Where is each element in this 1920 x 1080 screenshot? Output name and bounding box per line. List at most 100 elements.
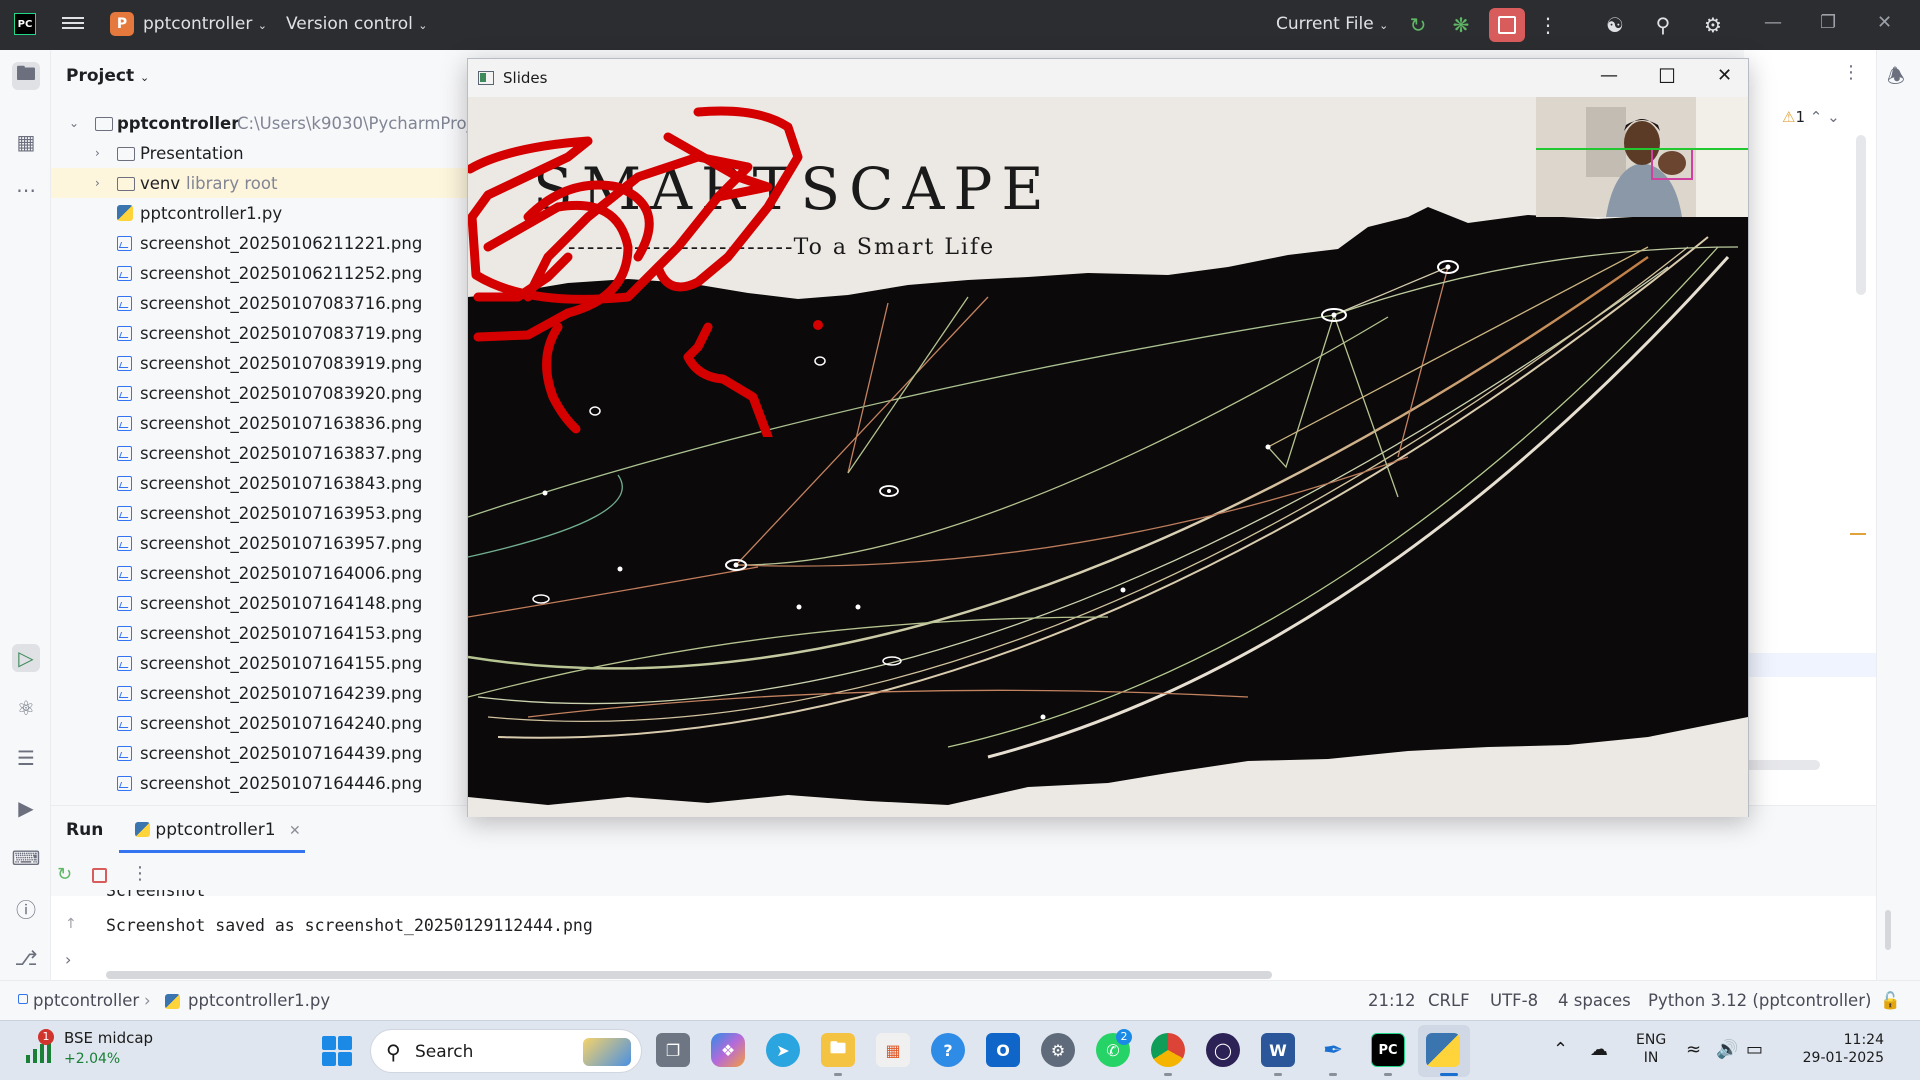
services-icon[interactable]: ▶ xyxy=(12,794,40,822)
python-console-icon[interactable]: ⚛ xyxy=(12,694,40,722)
warning-marker[interactable] xyxy=(1850,533,1866,535)
tree-file-png[interactable]: screenshot_20250107164155.png xyxy=(51,648,471,678)
onedrive-cloud-icon[interactable]: ☁ xyxy=(1590,1039,1608,1060)
tree-file-png[interactable]: screenshot_20250106211221.png xyxy=(51,228,471,258)
tree-folder-venv[interactable]: › venv library root xyxy=(51,168,471,198)
battery-icon[interactable]: ▭ xyxy=(1746,1039,1763,1060)
project-panel-title[interactable]: Project ⌄ xyxy=(66,66,149,86)
tree-file-png[interactable]: screenshot_20250107164148.png xyxy=(51,588,471,618)
inspection-widget[interactable]: ⚠1 ⌃ ⌄ xyxy=(1782,108,1840,126)
debug-icon[interactable]: ❋ xyxy=(1446,10,1476,40)
project-switcher[interactable]: pptcontroller ⌄ xyxy=(143,14,267,34)
structure-icon[interactable]: ▦ xyxy=(12,128,40,156)
run-tool-icon[interactable]: ▷ xyxy=(12,644,40,672)
tree-file-png[interactable]: screenshot_20250107164446.png xyxy=(51,768,471,798)
stop-icon[interactable] xyxy=(92,868,107,883)
tree-file-png[interactable]: screenshot_20250107083719.png xyxy=(51,318,471,348)
telegram-icon[interactable]: ➤ xyxy=(766,1033,800,1067)
chevron-down-icon[interactable]: ⌄ xyxy=(1827,108,1840,126)
pycharm-logo-icon[interactable]: PC xyxy=(14,13,36,35)
lock-icon[interactable]: 🔓 xyxy=(1880,991,1901,1011)
tree-file-png[interactable]: screenshot_20250107163953.png xyxy=(51,498,471,528)
tree-file-png[interactable]: screenshot_20250107083920.png xyxy=(51,378,471,408)
editor-scrollbar[interactable] xyxy=(1856,135,1866,295)
wifi-icon[interactable]: ≈ xyxy=(1686,1039,1701,1060)
tree-folder-presentation[interactable]: › Presentation xyxy=(51,138,471,168)
editor-options-icon[interactable]: ⋮ xyxy=(1842,62,1860,83)
tree-root-pptcontroller[interactable]: ⌄ pptcontroller C:\Users\k9030\PycharmPr… xyxy=(51,108,471,138)
taskbar-search-box[interactable]: ⚲ Search xyxy=(370,1029,642,1073)
settings-icon[interactable]: ⚙ xyxy=(1041,1033,1075,1067)
microsoft-store-icon[interactable]: ▦ xyxy=(876,1033,910,1067)
run-configuration-selector[interactable]: Current File ⌄ xyxy=(1276,14,1388,34)
python-app-icon[interactable] xyxy=(1426,1033,1460,1067)
file-encoding[interactable]: UTF-8 xyxy=(1490,991,1538,1010)
tree-file-png[interactable]: screenshot_20250107164240.png xyxy=(51,708,471,738)
tree-file-png[interactable]: screenshot_20250107083716.png xyxy=(51,288,471,318)
word-icon[interactable]: W xyxy=(1261,1033,1295,1067)
stop-button[interactable] xyxy=(1489,8,1525,42)
minimize-icon[interactable]: — xyxy=(1600,65,1618,86)
slides-window[interactable]: Slides — ☐ ✕ SMARTSCAPE ----------------… xyxy=(467,58,1749,817)
git-icon[interactable]: ⎇ xyxy=(12,944,40,972)
maximize-icon[interactable]: ☐ xyxy=(1658,64,1676,88)
caret-position[interactable]: 21:12 xyxy=(1368,991,1416,1010)
python-packages-icon[interactable]: ☰ xyxy=(12,744,40,772)
copilot-icon[interactable]: ❖ xyxy=(711,1033,745,1067)
stock-widget-change[interactable]: +2.04% xyxy=(64,1051,120,1067)
editor-h-scrollbar[interactable] xyxy=(1744,760,1820,770)
problems-icon[interactable]: ⓘ xyxy=(12,894,40,922)
tree-file-png[interactable]: screenshot_20250107163843.png xyxy=(51,468,471,498)
input-language[interactable]: ENG IN xyxy=(1636,1031,1666,1067)
code-with-me-icon[interactable]: ☯ xyxy=(1600,10,1630,40)
console-h-scrollbar[interactable] xyxy=(106,971,1272,979)
line-separator[interactable]: CRLF xyxy=(1428,991,1470,1010)
minimize-icon[interactable]: — xyxy=(1764,12,1782,33)
pen-app-icon[interactable]: ✒ xyxy=(1316,1033,1350,1067)
console-prompt-chevron-icon[interactable]: › xyxy=(65,950,71,969)
close-icon[interactable]: ✕ xyxy=(1717,65,1732,86)
tree-file-py[interactable]: pptcontroller1.py xyxy=(51,198,471,228)
file-explorer-icon[interactable]: 🖿 xyxy=(821,1033,855,1067)
chrome-icon[interactable] xyxy=(1151,1033,1185,1067)
restore-icon[interactable]: ❐ xyxy=(1820,12,1836,33)
more-actions-icon[interactable]: ⋮ xyxy=(1533,10,1563,40)
slide-canvas[interactable]: SMARTSCAPE ------------------------To a … xyxy=(468,97,1748,817)
chevron-down-icon[interactable]: ⌄ xyxy=(69,116,79,130)
slides-titlebar[interactable]: Slides — ☐ ✕ xyxy=(468,59,1748,97)
tree-file-png[interactable]: screenshot_20250107164006.png xyxy=(51,558,471,588)
chevron-right-icon[interactable]: › xyxy=(95,146,100,160)
breadcrumb-file[interactable]: pptcontroller1.py xyxy=(188,991,330,1010)
tree-file-png[interactable]: screenshot_20250107164153.png xyxy=(51,618,471,648)
indent-setting[interactable]: 4 spaces xyxy=(1558,991,1631,1010)
eclipse-icon[interactable]: ◯ xyxy=(1206,1033,1240,1067)
tree-file-png[interactable]: screenshot_20250107083919.png xyxy=(51,348,471,378)
tree-file-png[interactable]: screenshot_20250107163836.png xyxy=(51,408,471,438)
run-panel-title[interactable]: Run xyxy=(66,820,103,840)
project-tool-folder-icon[interactable]: 🖿 xyxy=(12,61,40,90)
more-tools-icon[interactable]: ⋯ xyxy=(12,176,40,204)
rerun-icon[interactable]: ↻ xyxy=(57,864,72,885)
chevron-up-icon[interactable]: ⌃ xyxy=(1553,1039,1568,1060)
tree-file-png[interactable]: screenshot_20250106211252.png xyxy=(51,258,471,288)
tree-file-png[interactable]: screenshot_20250107163957.png xyxy=(51,528,471,558)
close-icon[interactable]: ✕ xyxy=(1877,12,1892,33)
editor-area[interactable]: ⋮ xyxy=(1744,50,1876,805)
clock[interactable]: 11:24 29-01-2025 xyxy=(1788,1031,1884,1067)
search-everywhere-icon[interactable]: ⚲ xyxy=(1648,10,1678,40)
windows-start-icon[interactable] xyxy=(322,1036,352,1066)
task-view-icon[interactable]: ❐ xyxy=(656,1033,690,1067)
stock-widget-name[interactable]: BSE midcap xyxy=(64,1029,153,1047)
chevron-right-icon[interactable]: › xyxy=(95,176,100,190)
outlook-icon[interactable]: O xyxy=(986,1033,1020,1067)
run-scrollbar[interactable] xyxy=(1885,910,1891,950)
project-badge[interactable]: P xyxy=(110,12,134,36)
scroll-up-arrow-icon[interactable]: ↑ xyxy=(65,916,77,932)
pycharm-taskbar-icon[interactable]: PC xyxy=(1371,1033,1405,1067)
main-menu-icon[interactable] xyxy=(62,14,84,32)
notifications-bell-icon[interactable]: 🕭 xyxy=(1887,62,1905,96)
chevron-up-icon[interactable]: ⌃ xyxy=(1810,108,1823,126)
tree-file-png[interactable]: screenshot_20250107164239.png xyxy=(51,678,471,708)
python-interpreter[interactable]: Python 3.12 (pptcontroller) xyxy=(1648,991,1871,1010)
version-control-menu[interactable]: Version control ⌄ xyxy=(286,14,427,34)
